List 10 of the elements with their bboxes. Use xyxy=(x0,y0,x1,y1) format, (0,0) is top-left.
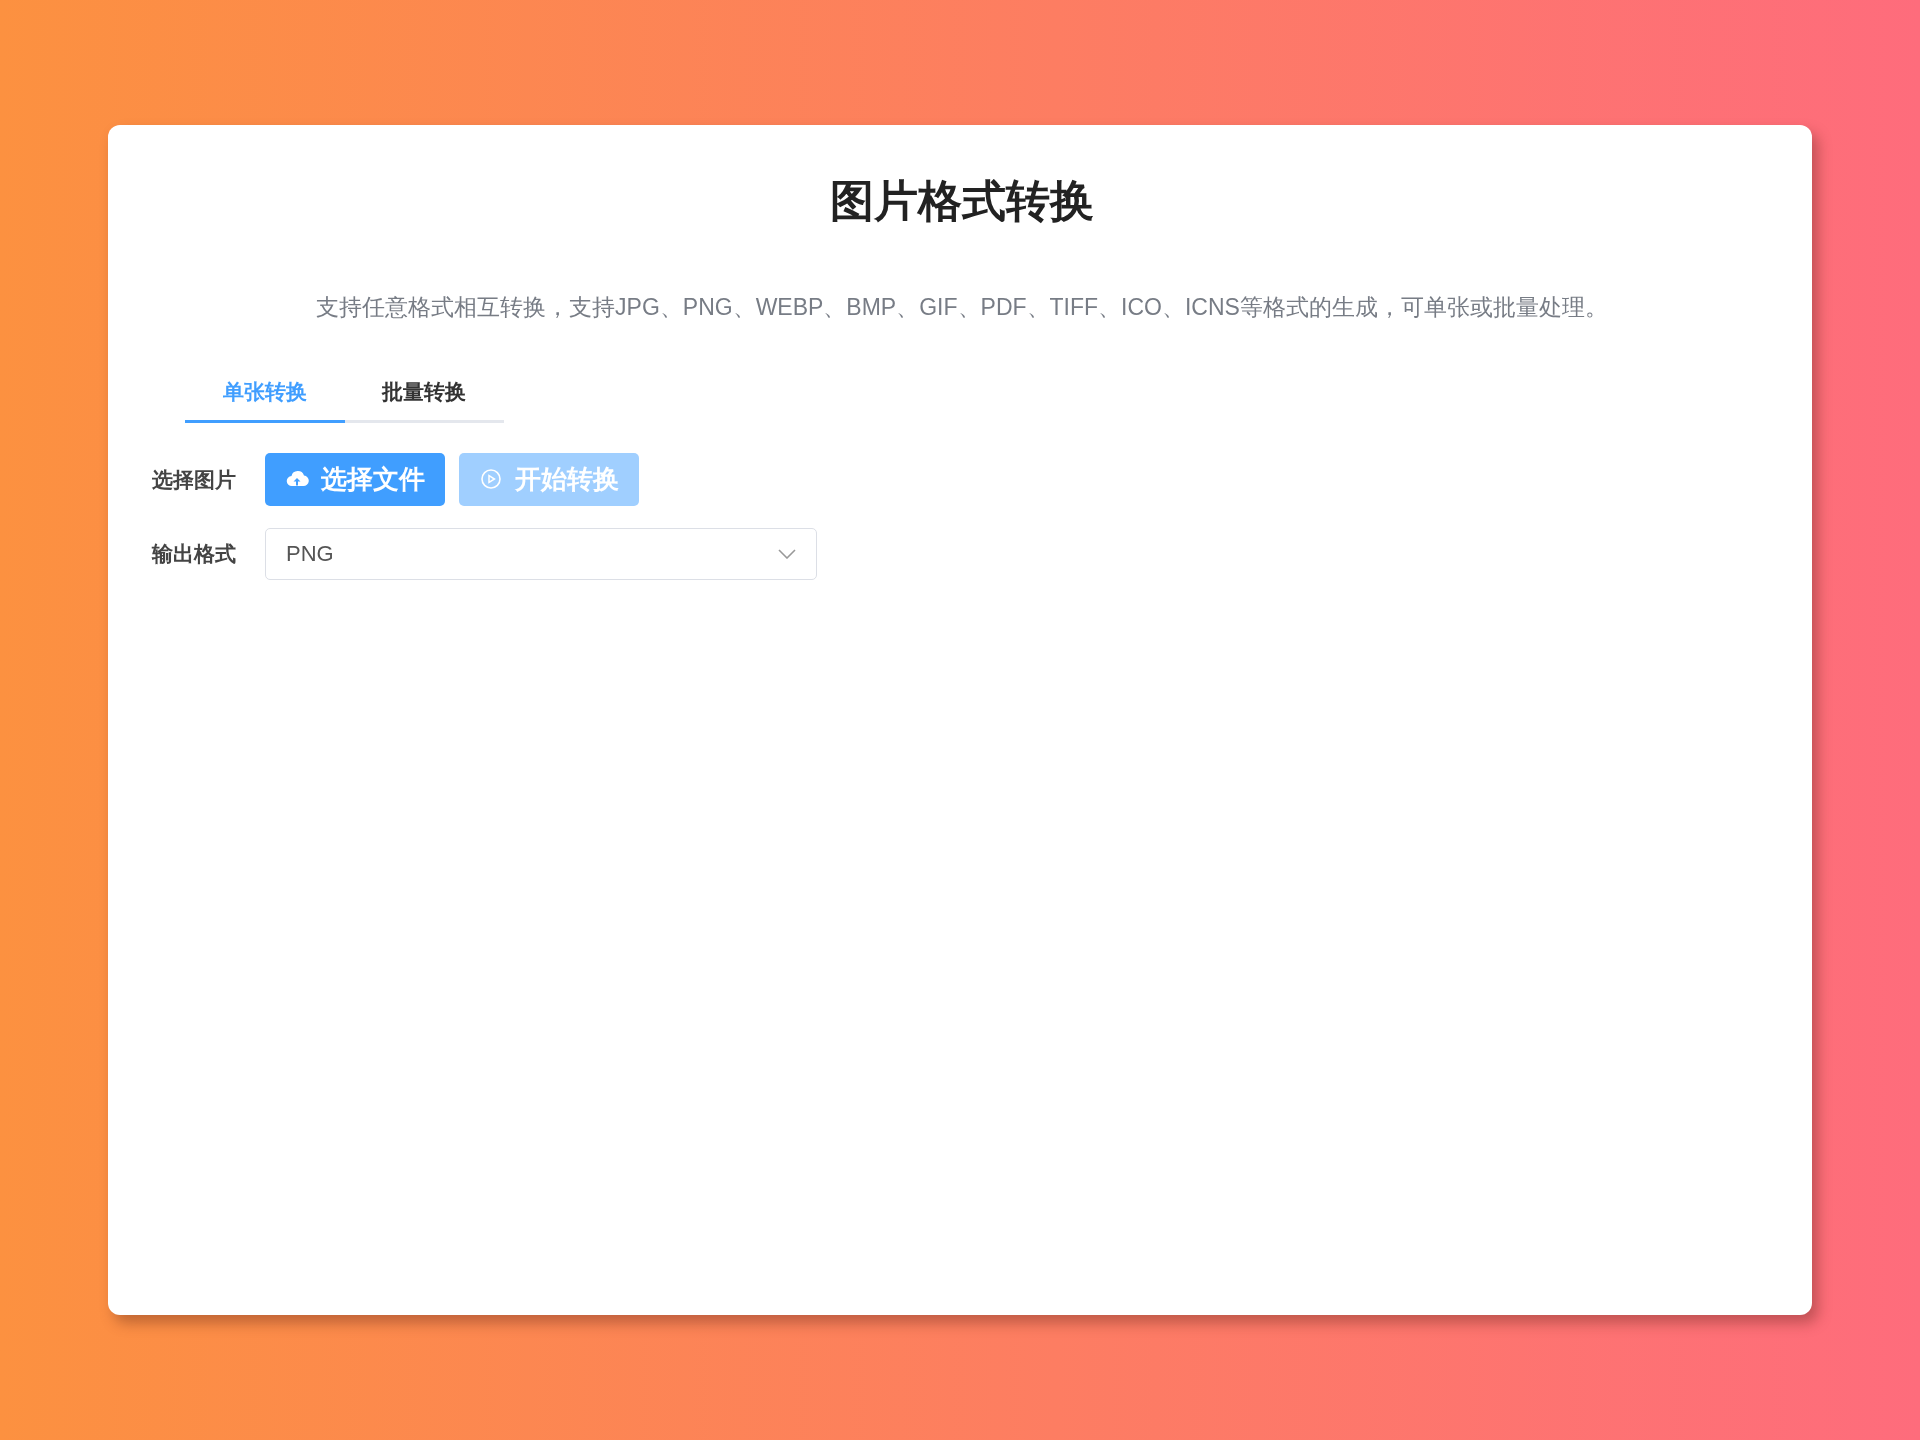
description-text: 支持任意格式相互转换，支持JPG、PNG、WEBP、BMP、GIF、PDF、TIFF、ICO、ICNS等格式的生成，可单张或批量处理。 xyxy=(315,292,1609,322)
field-label: 选择图片 xyxy=(152,466,237,493)
page-title: 图片格式转换 xyxy=(829,175,1095,227)
chevron-down-icon xyxy=(778,548,796,559)
format-select[interactable]: PNG xyxy=(265,527,817,580)
field-label: 输出格式 xyxy=(152,541,237,568)
play-circle-icon xyxy=(479,467,503,492)
tab[interactable]: 批量转换 xyxy=(344,376,504,423)
tab[interactable]: 单张转换 xyxy=(185,376,345,423)
select-file-button[interactable]: 选择文件 xyxy=(265,452,445,506)
